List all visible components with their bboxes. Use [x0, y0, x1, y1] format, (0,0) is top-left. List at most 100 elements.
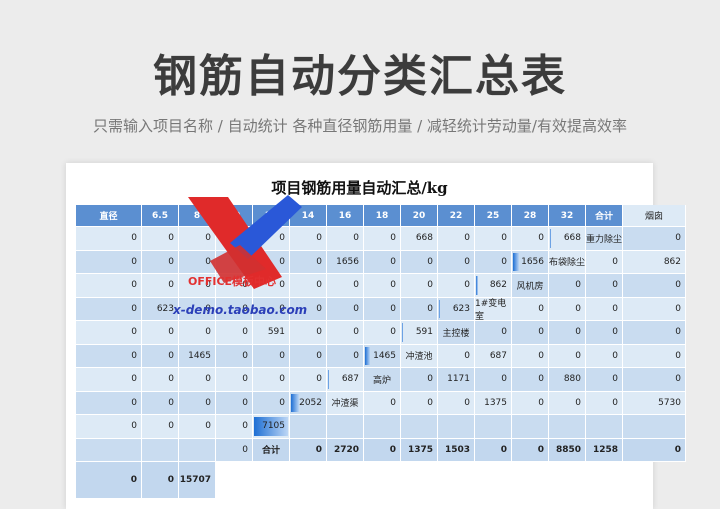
- table-cell[interactable]: 0: [142, 391, 179, 415]
- table-cell[interactable]: 0: [142, 415, 179, 439]
- row-total-cell[interactable]: 7105: [253, 415, 290, 439]
- table-cell[interactable]: 0: [401, 391, 438, 415]
- table-cell[interactable]: [512, 415, 549, 439]
- row-total-cell[interactable]: 862: [475, 274, 512, 298]
- column-header[interactable]: 28: [512, 205, 549, 227]
- table-cell[interactable]: [438, 415, 475, 439]
- table-cell[interactable]: [179, 438, 216, 462]
- column-header[interactable]: 18: [364, 205, 401, 227]
- table-cell[interactable]: 0: [327, 344, 364, 368]
- table-cell[interactable]: 0: [623, 344, 686, 368]
- table-cell[interactable]: 0: [623, 368, 686, 392]
- table-cell[interactable]: 0: [475, 321, 512, 345]
- table-cell[interactable]: 0: [253, 368, 290, 392]
- row-total-cell[interactable]: 2052: [290, 391, 327, 415]
- table-cell[interactable]: 0: [623, 274, 686, 298]
- column-header[interactable]: 直径: [76, 205, 142, 227]
- table-cell[interactable]: 0: [179, 391, 216, 415]
- table-cell[interactable]: 0: [438, 274, 475, 298]
- table-cell[interactable]: 0: [327, 321, 364, 345]
- table-cell[interactable]: [364, 415, 401, 439]
- table-cell[interactable]: 0: [549, 297, 586, 321]
- table-cell[interactable]: 0: [623, 297, 686, 321]
- table-cell[interactable]: 668: [401, 227, 438, 251]
- table-cell[interactable]: 0: [364, 321, 401, 345]
- column-header[interactable]: 16: [327, 205, 364, 227]
- row-total-cell[interactable]: 668: [549, 227, 586, 251]
- table-cell[interactable]: [623, 415, 686, 439]
- footer-cell[interactable]: 1375: [401, 438, 438, 462]
- table-cell[interactable]: 0: [549, 321, 586, 345]
- table-cell[interactable]: 0: [549, 344, 586, 368]
- table-cell[interactable]: 0: [438, 344, 475, 368]
- table-cell[interactable]: 0: [586, 391, 623, 415]
- row-label[interactable]: 高炉: [364, 368, 401, 392]
- row-total-cell[interactable]: 1656: [512, 250, 549, 274]
- footer-cell[interactable]: 1258: [586, 438, 623, 462]
- table-cell[interactable]: 0: [364, 391, 401, 415]
- column-header[interactable]: 32: [549, 205, 586, 227]
- row-label[interactable]: [290, 415, 327, 439]
- row-label[interactable]: 1#变电室: [475, 297, 512, 322]
- row-total-cell[interactable]: 1465: [364, 344, 401, 368]
- table-cell[interactable]: 0: [76, 344, 142, 368]
- footer-cell[interactable]: 0: [623, 438, 686, 462]
- table-cell[interactable]: 0: [364, 274, 401, 298]
- row-total-cell[interactable]: 591: [401, 321, 438, 345]
- table-cell[interactable]: 0: [216, 344, 253, 368]
- table-cell[interactable]: 0: [142, 344, 179, 368]
- table-cell[interactable]: 0: [512, 297, 549, 321]
- footer-cell[interactable]: 0: [512, 438, 549, 462]
- table-cell[interactable]: 0: [512, 344, 549, 368]
- table-cell[interactable]: 0: [586, 344, 623, 368]
- row-label[interactable]: 风机房: [512, 274, 549, 298]
- footer-cell[interactable]: 0: [142, 462, 179, 499]
- row-total-cell[interactable]: 0: [216, 438, 253, 462]
- table-cell[interactable]: 0: [438, 391, 475, 415]
- table-cell[interactable]: [76, 438, 142, 462]
- table-cell[interactable]: 0: [475, 368, 512, 392]
- table-cell[interactable]: 0: [216, 415, 253, 439]
- footer-cell[interactable]: 1503: [438, 438, 475, 462]
- table-cell[interactable]: 0: [401, 274, 438, 298]
- table-cell[interactable]: 0: [76, 415, 142, 439]
- table-cell[interactable]: 0: [76, 227, 142, 251]
- table-cell[interactable]: 0: [475, 250, 512, 274]
- table-cell[interactable]: 0: [253, 391, 290, 415]
- row-label[interactable]: 重力除尘: [586, 227, 623, 251]
- table-cell[interactable]: 1465: [179, 344, 216, 368]
- table-cell[interactable]: 0: [512, 368, 549, 392]
- table-cell[interactable]: 0: [438, 250, 475, 274]
- table-cell[interactable]: 0: [549, 274, 586, 298]
- table-cell[interactable]: 0: [438, 227, 475, 251]
- table-cell[interactable]: 0: [401, 250, 438, 274]
- table-cell[interactable]: 1375: [475, 391, 512, 415]
- row-label[interactable]: 烟囱: [623, 205, 686, 227]
- table-cell[interactable]: 0: [76, 391, 142, 415]
- table-cell[interactable]: 0: [364, 227, 401, 251]
- table-cell[interactable]: 0: [76, 297, 142, 321]
- row-label[interactable]: 冲渣池: [401, 344, 438, 368]
- table-cell[interactable]: 0: [216, 368, 253, 392]
- table-cell[interactable]: 880: [549, 368, 586, 392]
- table-cell[interactable]: [401, 415, 438, 439]
- table-cell[interactable]: 0: [76, 368, 142, 392]
- table-cell[interactable]: 0: [364, 297, 401, 321]
- row-total-cell[interactable]: 623: [438, 297, 475, 321]
- table-cell[interactable]: 0: [549, 391, 586, 415]
- table-cell[interactable]: 0: [179, 368, 216, 392]
- table-cell[interactable]: 0: [290, 344, 327, 368]
- table-cell[interactable]: 0: [179, 415, 216, 439]
- table-cell[interactable]: 0: [253, 344, 290, 368]
- row-label[interactable]: 冲渣渠: [327, 391, 364, 415]
- footer-cell[interactable]: 0: [290, 438, 327, 462]
- table-cell[interactable]: [586, 415, 623, 439]
- table-cell[interactable]: 0: [216, 391, 253, 415]
- table-cell[interactable]: 0: [76, 274, 142, 298]
- column-header[interactable]: 20: [401, 205, 438, 227]
- table-cell[interactable]: 0: [327, 297, 364, 321]
- table-cell[interactable]: [475, 415, 512, 439]
- row-total-cell[interactable]: 687: [327, 368, 364, 392]
- table-cell[interactable]: 0: [475, 227, 512, 251]
- table-cell[interactable]: 1171: [438, 368, 475, 392]
